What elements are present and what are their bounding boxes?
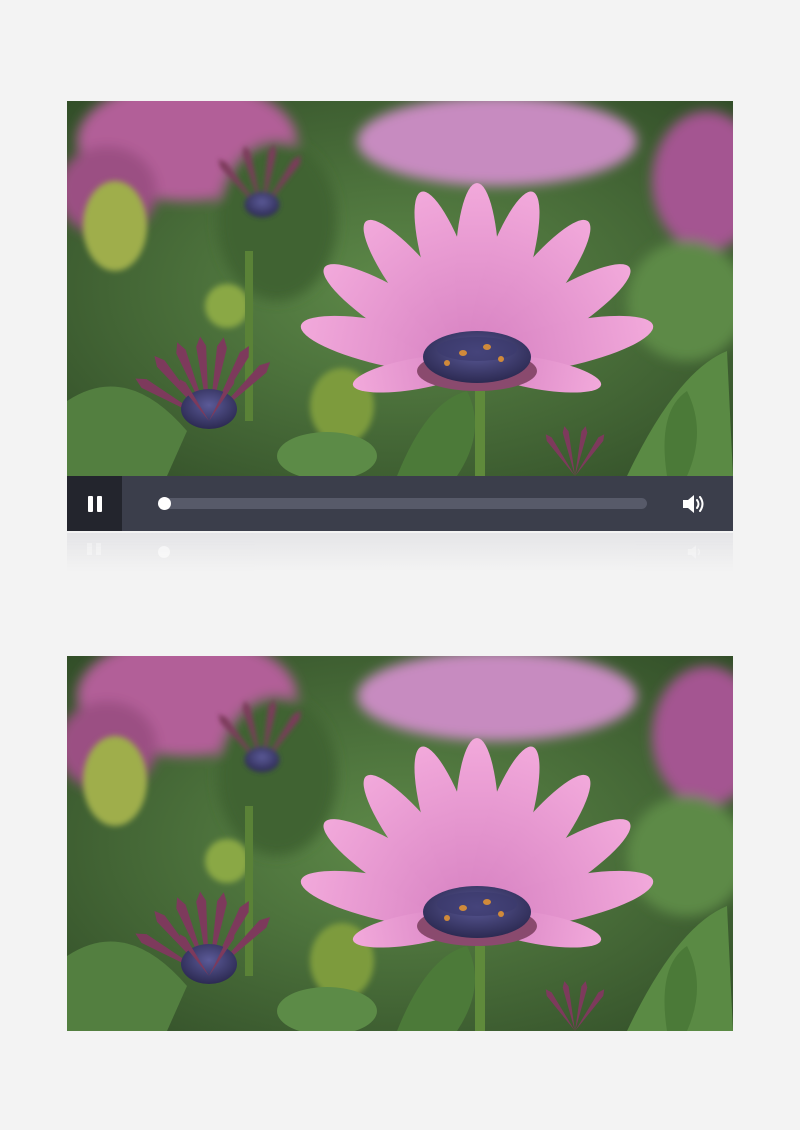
progress-handle-reflection xyxy=(158,546,170,558)
video-still-frame xyxy=(67,656,733,1031)
video-preview-image xyxy=(67,101,733,476)
video-frame[interactable] xyxy=(67,101,733,476)
pause-icon xyxy=(87,495,102,512)
video-control-bar xyxy=(67,476,733,531)
pause-icon-reflection xyxy=(87,543,101,555)
speaker-icon-reflection xyxy=(687,545,701,559)
video-still-image xyxy=(67,656,733,1031)
pause-button[interactable] xyxy=(67,476,122,531)
progress-bar[interactable] xyxy=(158,497,647,510)
speaker-icon[interactable] xyxy=(681,492,707,516)
progress-handle[interactable] xyxy=(158,497,171,510)
control-bar-reflection xyxy=(67,533,733,571)
